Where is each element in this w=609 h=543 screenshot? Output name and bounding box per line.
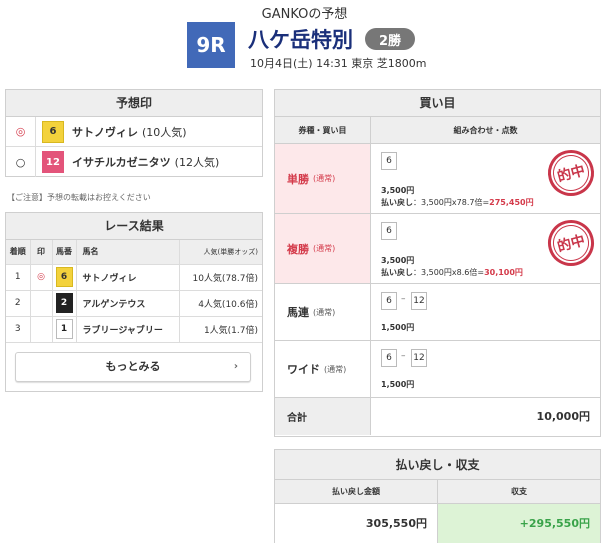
result-table: 着順 印 馬番 馬名 人気(単勝オッズ) 1 ◎ 6 サトノヴィレ 10人気(7…: [6, 240, 262, 343]
repost-notice: 【ご注意】予想の転載はお控えください: [7, 193, 151, 202]
popularity-odds: 1人気(1.7倍): [179, 316, 262, 343]
horse-number: 6: [42, 120, 64, 143]
bet-amount: 3,500円: [381, 186, 415, 195]
race-number-badge: 9R: [187, 22, 235, 68]
finish-position: 3: [6, 316, 31, 343]
bet-amount: 1,500円: [381, 380, 415, 389]
combo-number: 6: [381, 152, 397, 170]
bet-type: 単勝: [287, 172, 309, 186]
col-header-bet-type: 券種・買い目: [275, 117, 371, 143]
horse-name: アルゲンテウス: [76, 290, 180, 317]
popularity: (12人気): [174, 156, 220, 169]
payback-amount-value: 305,550円: [365, 517, 427, 530]
col-header-number: 馬番: [52, 240, 77, 265]
horse-number: 6: [55, 267, 73, 287]
prediction-panel: 予想印 ◎ 6 サトノヴィレ (10人気) ○ 12 イサチルカゼニタツ (12…: [5, 89, 263, 177]
mark-cell: [30, 316, 53, 343]
bets-panel: 買い目 券種・買い目 組み合わせ・点数 単勝 (通常) 6 3,500円 払い戻し…: [274, 89, 601, 437]
table-row: 1 ◎ 6 サトノヴィレ 10人気(78.7倍): [6, 264, 262, 291]
predictor-title: GANKOの予想: [261, 7, 348, 22]
bet-type: 馬連: [287, 306, 309, 319]
bet-type: ワイド: [287, 363, 320, 376]
race-meta: 10月4日(土) 14:31 東京 芝1800m: [250, 57, 427, 70]
popularity: (10人気): [142, 125, 187, 139]
popularity-odds: 4人気(10.6倍): [179, 290, 262, 317]
combo-separator: –: [401, 294, 406, 304]
combo-number: 6: [381, 349, 397, 367]
chevron-right-icon: ›: [233, 361, 238, 372]
balance-value: +295,550円: [438, 504, 600, 543]
combo-number: 6: [381, 222, 397, 240]
col-header-mark: 印: [30, 240, 53, 265]
horse-number: 1: [55, 319, 73, 339]
total-value: 10,000円: [536, 410, 590, 423]
hit-stamp-icon: 的中: [542, 214, 600, 272]
show-more-button[interactable]: もっとみる ›: [15, 352, 251, 382]
bet-amount: 3,500円: [381, 256, 415, 265]
payback-line: 払い戻し：3,500円x8.6倍=30,100円: [381, 268, 523, 277]
table-row: 2 2 アルゲンテウス 4人気(10.6倍): [6, 290, 262, 317]
prediction-row: ◎ 6 サトノヴィレ (10人気): [6, 117, 262, 147]
combo-number: 12: [411, 292, 427, 310]
double-circle-mark-icon: ◎: [6, 117, 36, 146]
total-label: 合計: [275, 398, 371, 435]
horse-number: 2: [55, 293, 73, 313]
double-circle-mark-icon: ◎: [30, 264, 53, 291]
horse-name: サトノヴィレ: [76, 264, 180, 291]
balance-label: 収支: [438, 480, 600, 504]
table-row: 3 1 ラブリージャブリー 1人気(1.7倍): [6, 316, 262, 343]
race-name: 八ケ岳特別: [248, 28, 353, 52]
horse-name: イサチルカゼニタツ: [72, 156, 171, 169]
circle-mark-icon: ○: [6, 147, 36, 177]
col-header-horse: 馬名: [76, 240, 180, 265]
bet-row-wide: ワイド (通常) 6 – 12 1,500円: [275, 341, 600, 398]
bet-row-quinella: 馬連 (通常) 6 – 12 1,500円: [275, 284, 600, 341]
bets-total-row: 合計 10,000円: [275, 398, 600, 435]
mark-cell: [30, 290, 53, 317]
horse-name: ラブリージャブリー: [76, 316, 180, 343]
bet-type: 複勝: [287, 242, 309, 256]
prediction-row: ○ 12 イサチルカゼニタツ (12人気): [6, 147, 262, 177]
bet-kind: (通常): [313, 244, 336, 253]
finish-position: 2: [6, 290, 31, 317]
finish-position: 1: [6, 264, 31, 291]
col-header-popularity: 人気(単勝オッズ): [179, 240, 262, 265]
race-grade-badge: 2勝: [365, 28, 415, 50]
hit-stamp-icon: 的中: [542, 144, 600, 202]
show-more-label: もっとみる: [105, 360, 161, 373]
col-header-combination: 組み合わせ・点数: [453, 125, 518, 135]
bets-heading: 買い目: [275, 90, 600, 117]
bet-kind: (通常): [313, 174, 336, 183]
payback-line: 払い戻し：3,500円x78.7倍=275,450円: [381, 198, 534, 207]
race-result-heading: レース結果: [6, 213, 262, 240]
payout-panel: 払い戻し・収支 払い戻し金額 305,550円 収支 +295,550円: [274, 449, 601, 543]
bet-row-win: 単勝 (通常) 6 3,500円 払い戻し：3,500円x78.7倍=275,45…: [275, 144, 600, 214]
popularity-odds: 10人気(78.7倍): [179, 264, 262, 291]
col-header-position: 着順: [6, 240, 31, 265]
payout-heading: 払い戻し・収支: [275, 450, 600, 480]
payback-amount-label: 払い戻し金額: [275, 480, 437, 504]
bet-row-place: 複勝 (通常) 6 3,500円 払い戻し：3,500円x8.6倍=30,100円…: [275, 214, 600, 284]
horse-name: サトノヴィレ: [72, 125, 138, 139]
combo-separator: –: [401, 351, 406, 361]
bet-amount: 1,500円: [381, 323, 415, 332]
horse-number: 12: [42, 151, 64, 173]
prediction-heading: 予想印: [6, 90, 262, 117]
combo-number: 12: [411, 349, 427, 367]
bet-kind: (通常): [313, 307, 336, 317]
combo-number: 6: [381, 292, 397, 310]
bet-kind: (通常): [324, 364, 347, 374]
